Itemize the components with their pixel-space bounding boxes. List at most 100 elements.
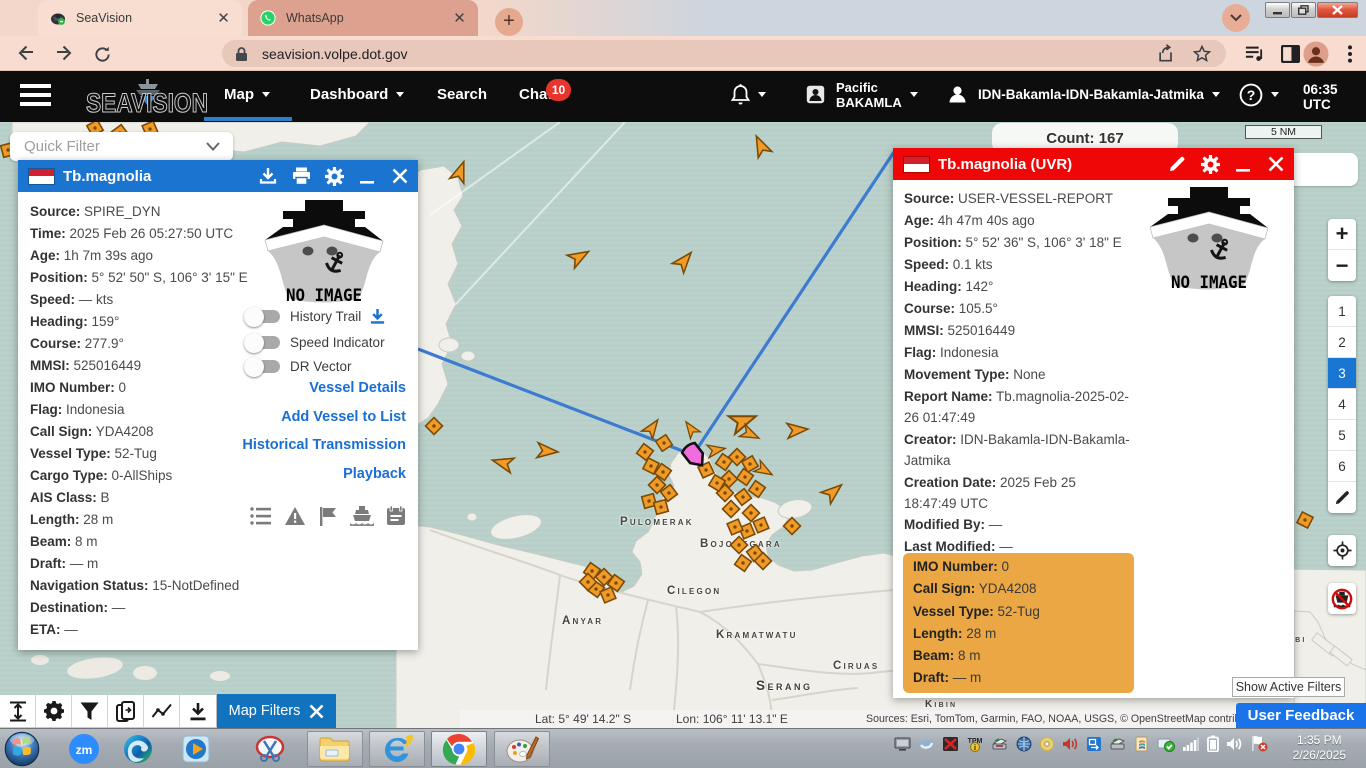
download-button[interactable]	[180, 695, 216, 727]
history-trail-toggle[interactable]: History Trail	[247, 308, 386, 325]
taskbar-snip[interactable]	[252, 731, 288, 767]
zoom-level-3[interactable]: 3	[1328, 358, 1356, 389]
media-controls-button[interactable]	[1242, 41, 1268, 67]
taskbar-start[interactable]	[4, 731, 40, 767]
vessel-marker-dia[interactable]	[723, 501, 740, 518]
link-historical-transmission[interactable]: Historical Transmission	[18, 437, 406, 453]
help-button[interactable]: ?	[1239, 71, 1279, 118]
settings-button[interactable]	[36, 695, 72, 727]
address-bar[interactable]: seavision.volpe.dot.gov	[222, 40, 1226, 67]
taskbar-chrome[interactable]	[431, 731, 487, 767]
taskbar-zoom[interactable]: zm	[66, 731, 102, 767]
tray-flag-alert-icon[interactable]	[1250, 735, 1268, 752]
chart-button[interactable]	[144, 695, 180, 727]
reload-button[interactable]	[89, 41, 115, 67]
dr-vector-toggle[interactable]: DR Vector	[247, 359, 352, 374]
hide-vessels-button[interactable]	[1328, 583, 1356, 614]
link-add-vessel[interactable]: Add Vessel to List	[18, 409, 406, 425]
browser-menu-button[interactable]	[1337, 41, 1363, 67]
close-button[interactable]	[1266, 154, 1286, 174]
menu-button[interactable]	[20, 71, 51, 118]
show-active-filters-button[interactable]: Show Active Filters	[1232, 677, 1345, 697]
map-filters-tab[interactable]: Map Filters	[217, 694, 336, 728]
zoom-level-2[interactable]: 2	[1328, 327, 1356, 358]
vessel-marker-dia[interactable]	[743, 505, 760, 522]
vessel-marker-dart[interactable]	[750, 133, 772, 158]
nav-search[interactable]: Search	[437, 71, 487, 118]
tray-disc-icon[interactable]	[1039, 736, 1055, 752]
download-button[interactable]	[258, 166, 278, 186]
vessel-marker-dia[interactable]	[1294, 509, 1315, 530]
speed-indicator-toggle[interactable]: Speed Indicator	[247, 335, 385, 350]
vessel-marker-dart[interactable]	[672, 248, 697, 273]
tab-close-icon[interactable]: ✕	[451, 10, 468, 27]
quick-filter-dropdown[interactable]: Quick Filter	[10, 132, 233, 161]
tray-signal-icon[interactable]	[1182, 736, 1200, 752]
notifications-button[interactable]	[731, 71, 766, 118]
vessel-marker-dart[interactable]	[490, 453, 514, 473]
warning-icon[interactable]	[284, 506, 306, 526]
tray-blocked-icon[interactable]	[942, 736, 959, 752]
share-icon[interactable]	[1156, 44, 1176, 64]
taskbar-ie[interactable]	[369, 731, 425, 767]
bookmark-star-icon[interactable]	[1192, 44, 1212, 64]
zoom-level-1[interactable]: 1	[1328, 296, 1356, 327]
tray-printer-icon[interactable]	[991, 736, 1009, 752]
ship-icon[interactable]	[350, 506, 374, 526]
draw-button[interactable]	[1328, 482, 1356, 513]
tray-check-icon[interactable]	[1157, 736, 1175, 752]
tray-battery-icon[interactable]	[1207, 735, 1219, 752]
popup-header[interactable]: Tb.magnolia (UVR)	[893, 148, 1294, 180]
window-minimize-button[interactable]	[1265, 2, 1290, 18]
zoom-level-6[interactable]: 6	[1328, 451, 1356, 482]
measure-button[interactable]	[0, 695, 36, 727]
tray-display-icon[interactable]	[894, 736, 911, 752]
taskbar-edge[interactable]	[120, 731, 156, 767]
download-trail-icon[interactable]	[369, 308, 386, 325]
share-view-button[interactable]	[108, 695, 144, 727]
nav-dashboard[interactable]: Dashboard	[310, 71, 404, 118]
tab-whatsapp[interactable]: WhatsApp ✕	[248, 0, 478, 36]
back-button[interactable]	[13, 41, 39, 67]
tray-sync-icon[interactable]	[918, 736, 935, 752]
taskbar-explorer[interactable]	[307, 731, 363, 767]
zoom-out-button[interactable]: −	[1328, 250, 1356, 281]
list-icon[interactable]	[250, 506, 272, 526]
vessel-marker-dia[interactable]	[654, 433, 674, 453]
minimize-button[interactable]	[1233, 154, 1253, 174]
toggle-track[interactable]	[247, 336, 280, 349]
flag-icon[interactable]	[318, 506, 338, 526]
tray-update-icon[interactable]	[1134, 736, 1150, 752]
forward-button[interactable]	[51, 41, 77, 67]
settings-button[interactable]	[324, 166, 344, 186]
tray-volume-red-icon[interactable]	[1062, 736, 1079, 752]
taskbar-clock[interactable]: 1:35 PM2/26/2025	[1293, 733, 1346, 763]
vessel-marker-dart[interactable]	[567, 245, 592, 268]
tab-seavision[interactable]: SeaVision ✕	[38, 0, 242, 36]
side-panel-button[interactable]	[1277, 41, 1303, 67]
window-close-button[interactable]	[1317, 2, 1358, 18]
taskbar-paint[interactable]	[494, 731, 550, 767]
filter-button[interactable]	[72, 695, 108, 727]
notes-icon[interactable]	[386, 506, 406, 526]
nav-map[interactable]: Map	[224, 71, 270, 118]
tray-input-icon[interactable]	[1086, 736, 1102, 752]
seavision-logo[interactable]: SEAVISION	[86, 79, 218, 119]
vessel-marker-dart[interactable]	[681, 418, 700, 438]
print-button[interactable]	[291, 166, 311, 186]
tray-speaker-icon[interactable]	[1226, 736, 1243, 752]
window-restore-button[interactable]	[1291, 2, 1316, 18]
settings-button[interactable]	[1200, 154, 1220, 174]
vessel-marker-dia[interactable]	[635, 442, 654, 461]
toggle-track[interactable]	[247, 310, 280, 323]
close-icon[interactable]	[309, 704, 324, 719]
tray-tpm-icon[interactable]: TPMi	[966, 736, 984, 752]
locate-button[interactable]	[1328, 535, 1356, 566]
vessel-marker-dart[interactable]	[537, 443, 559, 460]
popup-header[interactable]: Tb.magnolia	[18, 160, 418, 192]
tray-printer2-icon[interactable]	[1109, 736, 1127, 752]
user-feedback-button[interactable]: User Feedback	[1236, 703, 1366, 729]
vessel-marker-dart[interactable]	[787, 422, 809, 439]
vessel-marker-dia[interactable]	[784, 518, 801, 535]
tab-search-button[interactable]	[1222, 4, 1250, 32]
